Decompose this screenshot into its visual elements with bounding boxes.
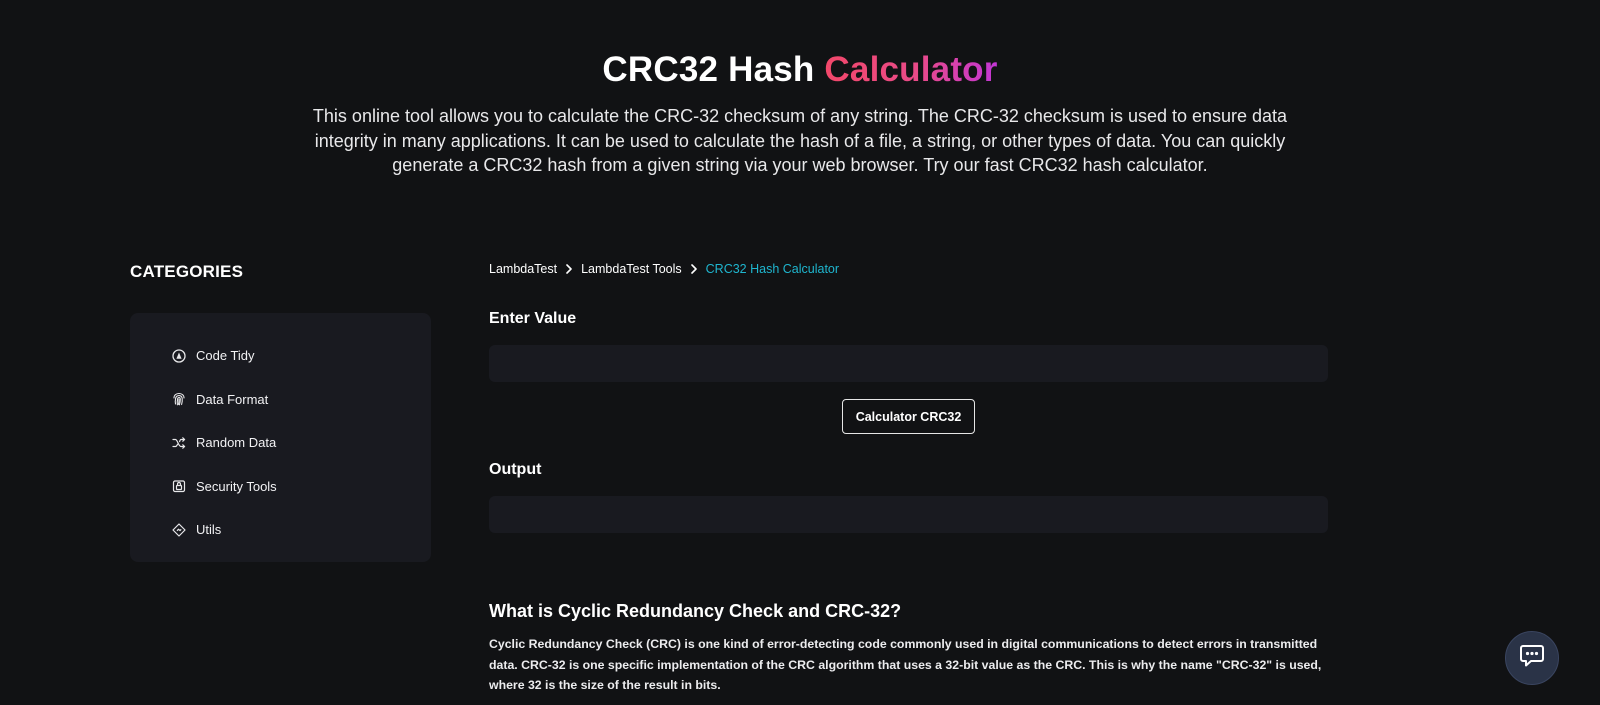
diamond-icon bbox=[172, 523, 186, 537]
sidebar-item-security-tools[interactable]: Security Tools bbox=[130, 465, 431, 509]
code-tidy-icon bbox=[172, 349, 186, 363]
page-title-main: CRC32 Hash bbox=[602, 50, 815, 89]
breadcrumb: LambdaTest LambdaTest Tools CRC32 Hash C… bbox=[489, 262, 839, 276]
sidebar-item-label: Utils bbox=[196, 522, 222, 538]
breadcrumb-link-lambdatest[interactable]: LambdaTest bbox=[489, 262, 557, 276]
sidebar-item-label: Code Tidy bbox=[196, 348, 255, 364]
page-description: This online tool allows you to calculate… bbox=[312, 106, 1288, 175]
shuffle-icon bbox=[172, 436, 186, 450]
chevron-right-icon bbox=[565, 264, 573, 274]
info-paragraph: Cyclic Redundancy Check (CRC) is one kin… bbox=[489, 637, 1322, 692]
fingerprint-icon bbox=[172, 392, 186, 406]
breadcrumb-link-tools[interactable]: LambdaTest Tools bbox=[581, 262, 682, 276]
chat-button[interactable] bbox=[1505, 631, 1559, 685]
breadcrumb-current: CRC32 Hash Calculator bbox=[705, 262, 840, 276]
sidebar-item-label: Data Format bbox=[196, 391, 269, 407]
sidebar-item-label: Security Tools bbox=[196, 478, 277, 494]
chat-icon bbox=[1519, 644, 1545, 673]
page-title: CRC32 Hash Calculator bbox=[0, 50, 1600, 90]
input-label: Enter Value bbox=[489, 310, 577, 327]
page-title-accent: Calculator bbox=[824, 50, 998, 89]
categories-heading: CATEGORIES bbox=[130, 262, 244, 281]
hero-section: CRC32 Hash Calculator This online tool a… bbox=[0, 0, 1600, 230]
output-label: Output bbox=[489, 461, 542, 478]
sidebar-item-random-data[interactable]: Random Data bbox=[130, 421, 431, 465]
sidebar-item-utils[interactable]: Utils bbox=[130, 508, 431, 552]
sidebar-item-data-format[interactable]: Data Format bbox=[130, 378, 431, 422]
lock-icon bbox=[172, 479, 186, 493]
chevron-right-icon bbox=[690, 264, 698, 274]
categories-panel: Code Tidy Data Format Random Data Securi… bbox=[130, 313, 431, 562]
calculate-crc32-button[interactable]: Calculator CRC32 bbox=[842, 399, 975, 434]
output-field[interactable] bbox=[489, 496, 1328, 533]
sidebar-item-code-tidy[interactable]: Code Tidy bbox=[130, 334, 431, 378]
sidebar-item-label: Random Data bbox=[196, 435, 277, 451]
info-heading: What is Cyclic Redundancy Check and CRC-… bbox=[489, 601, 902, 621]
value-input[interactable] bbox=[489, 345, 1328, 382]
